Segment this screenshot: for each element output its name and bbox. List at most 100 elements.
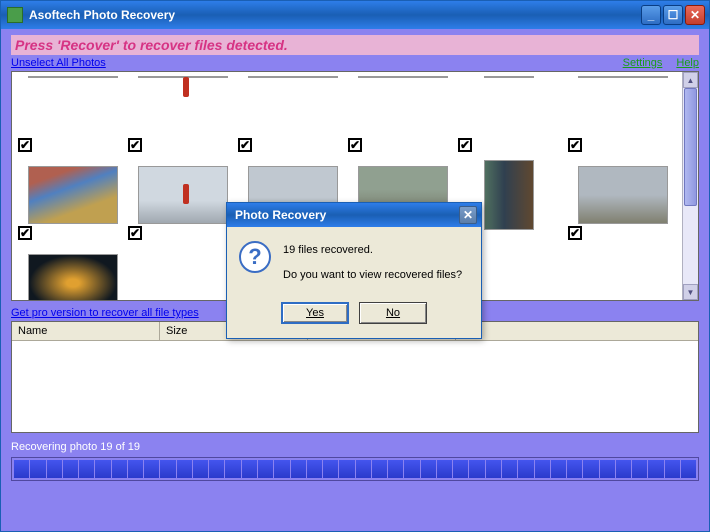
photo-thumb[interactable]: ✔ bbox=[354, 76, 450, 150]
close-button[interactable]: ✕ bbox=[685, 5, 705, 25]
progress-segment bbox=[421, 460, 436, 478]
progress-segment bbox=[144, 460, 159, 478]
scroll-handle[interactable] bbox=[684, 88, 697, 206]
scroll-up-icon[interactable]: ▲ bbox=[683, 72, 698, 88]
progress-segment bbox=[291, 460, 306, 478]
progress-segment bbox=[177, 460, 192, 478]
thumb-image bbox=[28, 76, 118, 78]
progress-segment bbox=[535, 460, 550, 478]
photo-thumb[interactable]: ✔ bbox=[574, 164, 670, 238]
yes-button[interactable]: Yes bbox=[281, 302, 349, 324]
window-controls: _ ☐ ✕ bbox=[641, 5, 705, 25]
recovery-dialog: Photo Recovery ✕ ? 19 files recovered. D… bbox=[226, 202, 482, 339]
progress-segment bbox=[356, 460, 371, 478]
progress-segment bbox=[681, 460, 696, 478]
pro-version-link[interactable]: Get pro version to recover all file type… bbox=[11, 307, 199, 319]
thumb-image bbox=[578, 166, 668, 224]
progress-segment bbox=[665, 460, 680, 478]
photo-thumb[interactable]: ✔ bbox=[24, 164, 120, 238]
progress-segment bbox=[30, 460, 45, 478]
thumb-image bbox=[578, 76, 668, 78]
progress-segment bbox=[453, 460, 468, 478]
minimize-button[interactable]: _ bbox=[641, 5, 661, 25]
unselect-all-link[interactable]: Unselect All Photos bbox=[11, 57, 106, 69]
progress-segment bbox=[600, 460, 615, 478]
thumb-image bbox=[138, 166, 228, 224]
progress-segment bbox=[616, 460, 631, 478]
progress-segment bbox=[372, 460, 387, 478]
titlebar: Asoftech Photo Recovery _ ☐ ✕ bbox=[1, 1, 709, 29]
progress-segment bbox=[128, 460, 143, 478]
progress-segment bbox=[307, 460, 322, 478]
thumb-image bbox=[358, 76, 448, 78]
settings-link[interactable]: Settings bbox=[623, 57, 663, 69]
progress-segment bbox=[225, 460, 240, 478]
app-icon bbox=[7, 7, 23, 23]
maximize-button[interactable]: ☐ bbox=[663, 5, 683, 25]
progress-segment bbox=[14, 460, 29, 478]
progress-segment bbox=[160, 460, 175, 478]
thumb-image bbox=[28, 254, 118, 301]
top-links-row: Unselect All Photos Settings Help bbox=[11, 57, 699, 69]
progress-segment bbox=[469, 460, 484, 478]
scroll-down-icon[interactable]: ▼ bbox=[683, 284, 698, 300]
progress-segment bbox=[648, 460, 663, 478]
thumb-checkbox[interactable]: ✔ bbox=[568, 138, 582, 152]
thumb-checkbox[interactable]: ✔ bbox=[348, 138, 362, 152]
thumb-image bbox=[248, 76, 338, 78]
progress-segment bbox=[404, 460, 419, 478]
thumb-image bbox=[484, 160, 534, 230]
progress-segment bbox=[502, 460, 517, 478]
progress-segment bbox=[437, 460, 452, 478]
photo-thumb[interactable]: ✔ bbox=[464, 76, 560, 150]
scroll-track[interactable] bbox=[683, 88, 698, 284]
photo-thumb[interactable]: ✔ bbox=[134, 76, 230, 150]
thumb-checkbox[interactable]: ✔ bbox=[128, 138, 142, 152]
progress-segment bbox=[274, 460, 289, 478]
progress-segment bbox=[47, 460, 62, 478]
photo-thumb[interactable]: ✔ bbox=[134, 164, 230, 238]
thumb-checkbox[interactable]: ✔ bbox=[568, 226, 582, 240]
progress-segment bbox=[79, 460, 94, 478]
progress-segment bbox=[632, 460, 647, 478]
thumb-checkbox[interactable]: ✔ bbox=[18, 226, 32, 240]
thumb-checkbox[interactable]: ✔ bbox=[238, 138, 252, 152]
progress-segment bbox=[63, 460, 78, 478]
progress-segment bbox=[567, 460, 582, 478]
dialog-title: Photo Recovery bbox=[235, 208, 459, 222]
progress-segment bbox=[112, 460, 127, 478]
photo-thumb[interactable]: ✔ bbox=[24, 252, 120, 301]
progress-segment bbox=[551, 460, 566, 478]
col-name[interactable]: Name bbox=[12, 322, 160, 340]
dialog-buttons: Yes No bbox=[227, 296, 481, 338]
help-link[interactable]: Help bbox=[676, 57, 699, 69]
dialog-titlebar: Photo Recovery ✕ bbox=[227, 203, 481, 227]
gallery-scrollbar[interactable]: ▲ ▼ bbox=[682, 72, 698, 300]
progress-segment bbox=[583, 460, 598, 478]
dialog-close-button[interactable]: ✕ bbox=[459, 206, 477, 224]
progress-segment bbox=[209, 460, 224, 478]
photo-thumb[interactable]: ✔ bbox=[24, 76, 120, 150]
progress-segment bbox=[518, 460, 533, 478]
status-text: Recovering photo 19 of 19 bbox=[11, 441, 699, 453]
table-body bbox=[12, 341, 698, 432]
thumb-image bbox=[28, 166, 118, 224]
thumb-checkbox[interactable]: ✔ bbox=[458, 138, 472, 152]
dialog-line2: Do you want to view recovered files? bbox=[283, 266, 462, 285]
dialog-line1: 19 files recovered. bbox=[283, 241, 462, 260]
photo-thumb[interactable]: ✔ bbox=[244, 76, 340, 150]
col-empty bbox=[456, 322, 698, 340]
progress-segment bbox=[258, 460, 273, 478]
no-button[interactable]: No bbox=[359, 302, 427, 324]
dialog-text: 19 files recovered. Do you want to view … bbox=[283, 241, 462, 284]
progress-segment bbox=[388, 460, 403, 478]
dialog-body: ? 19 files recovered. Do you want to vie… bbox=[227, 227, 481, 296]
thumb-checkbox[interactable]: ✔ bbox=[18, 138, 32, 152]
photo-thumb[interactable]: ✔ bbox=[574, 76, 670, 150]
window-title: Asoftech Photo Recovery bbox=[29, 8, 641, 22]
thumb-checkbox[interactable]: ✔ bbox=[128, 226, 142, 240]
question-icon: ? bbox=[239, 241, 271, 273]
instruction-banner: Press 'Recover' to recover files detecte… bbox=[11, 35, 699, 55]
progress-segment bbox=[339, 460, 354, 478]
progress-segment bbox=[193, 460, 208, 478]
